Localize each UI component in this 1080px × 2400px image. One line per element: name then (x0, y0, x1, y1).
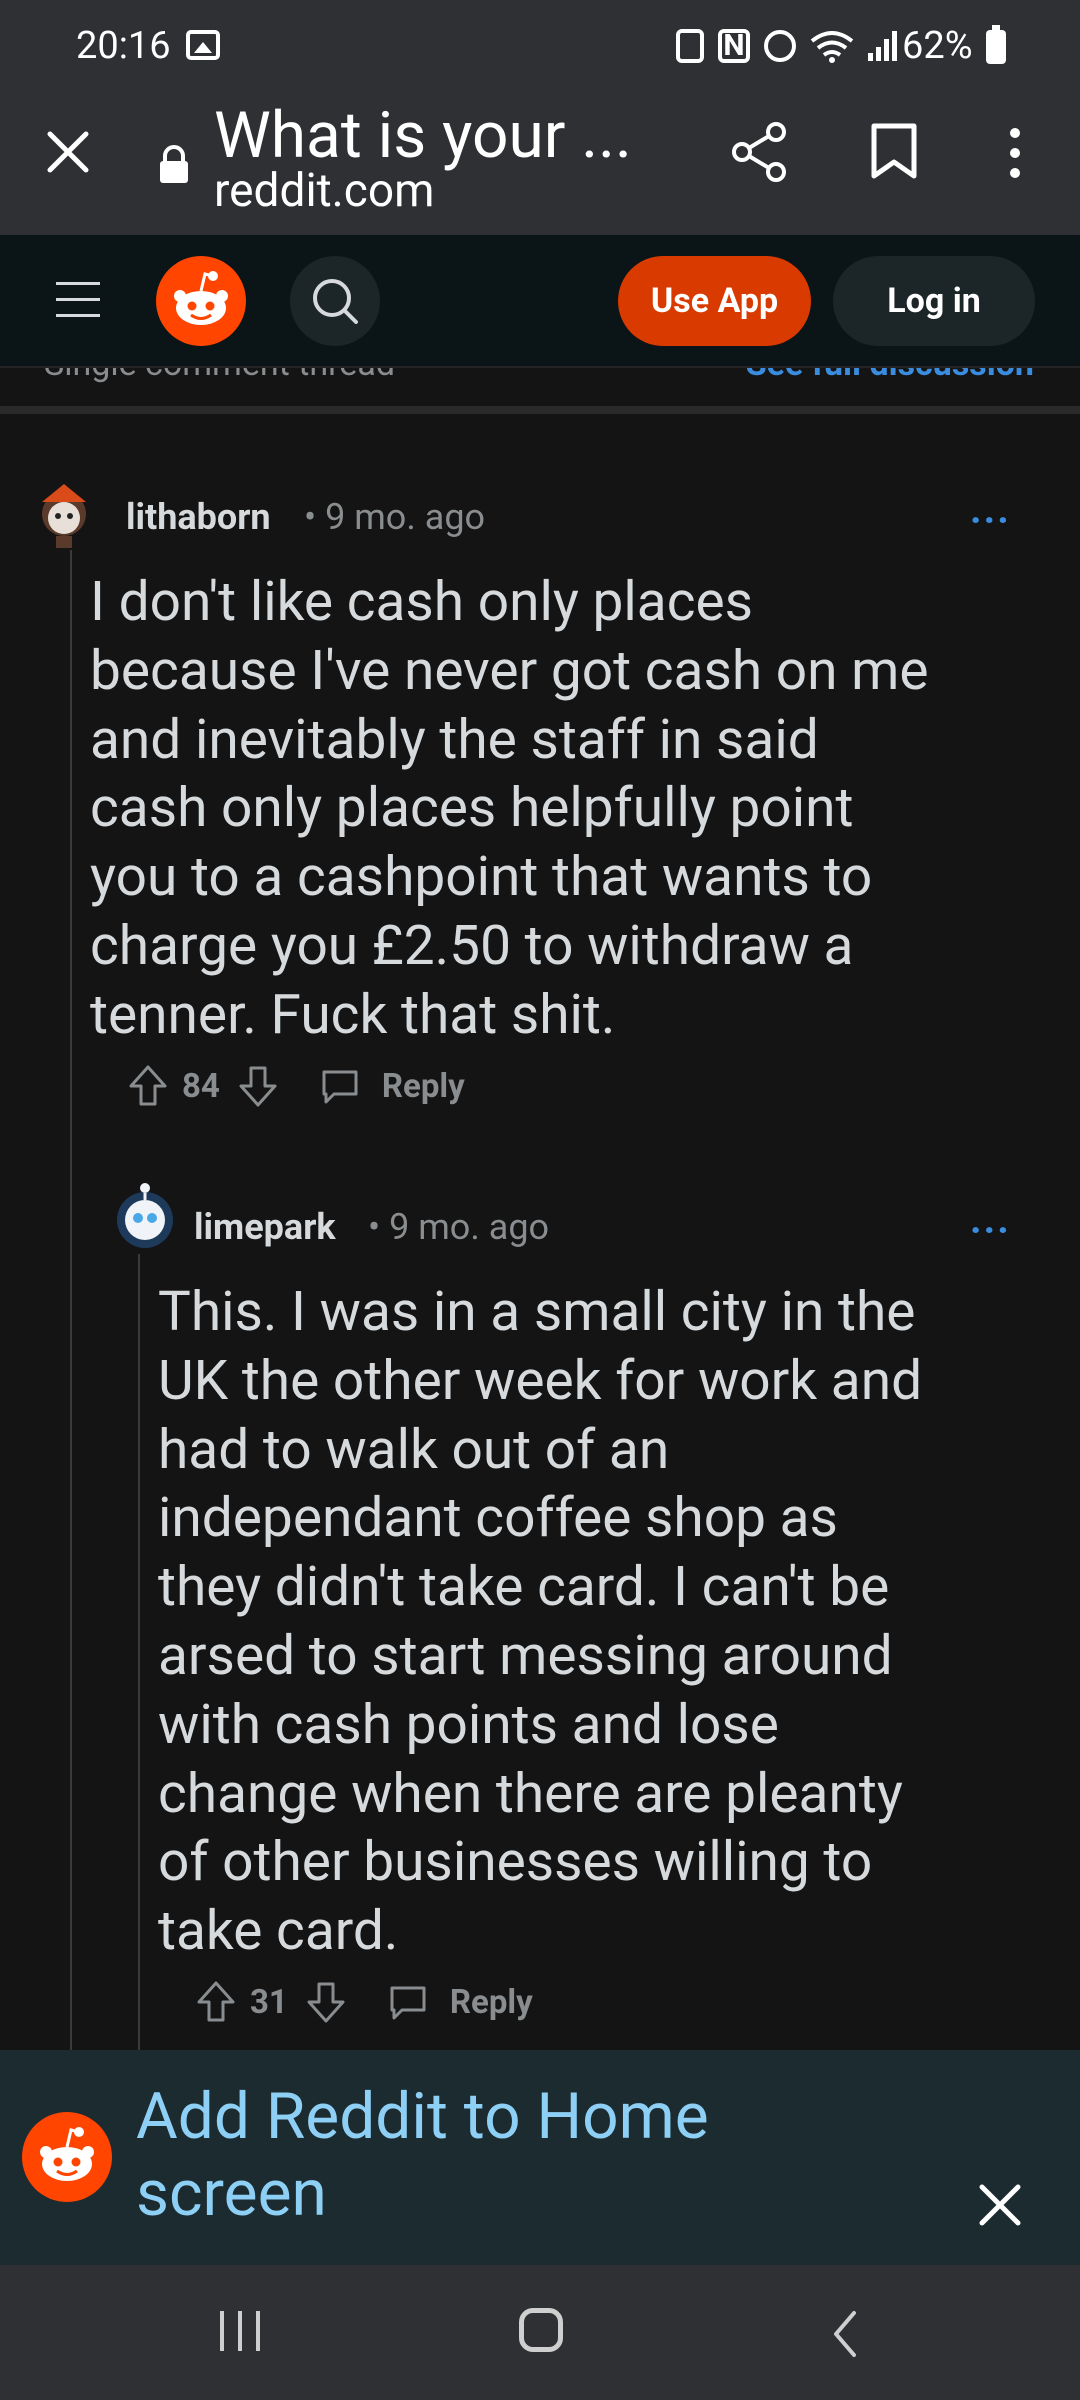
battery-percent: 62% (902, 24, 973, 68)
page-url[interactable]: reddit.com (214, 164, 434, 218)
user-avatar[interactable] (30, 472, 98, 550)
system-nav-bar (0, 2265, 1080, 2400)
gallery-notification-icon (186, 30, 220, 60)
thread-line[interactable] (138, 1254, 140, 2050)
comment-more-icon[interactable]: ... (970, 1196, 1011, 1243)
home-icon[interactable] (519, 2308, 563, 2352)
wifi-icon (810, 31, 854, 63)
reply-button[interactable]: Reply (450, 1983, 533, 2022)
comment-line: had to walk out of an (158, 1417, 670, 1482)
comment-line: because I've never got cash on me (90, 638, 929, 703)
comment-line: UK the other week for work and (158, 1348, 923, 1413)
status-time: 20:16 (76, 24, 171, 68)
comment-body: This. I was in a small city in the UK th… (158, 1278, 922, 1966)
battery-icon (986, 25, 1006, 64)
comment-line: with cash points and lose (158, 1692, 779, 1757)
comment-line: change when there are pleanty (158, 1761, 903, 1826)
comment-line: take card. (158, 1899, 399, 1964)
comment-username[interactable]: limepark (194, 1206, 336, 1248)
close-banner-icon[interactable] (976, 2181, 1024, 2229)
reddit-logo-icon (22, 2112, 112, 2202)
see-full-discussion-link[interactable]: See full discussion (746, 368, 1034, 384)
lock-icon (160, 145, 188, 183)
comment-line: they didn't take card. I can't be (158, 1555, 890, 1620)
share-icon[interactable] (728, 120, 790, 184)
login-button[interactable]: Log in (833, 256, 1035, 346)
reddit-logo-icon[interactable] (156, 256, 246, 346)
thread-line[interactable] (70, 550, 72, 2050)
comment-line: and inevitably the staff in said (90, 707, 819, 772)
comment-line: cash only places helpfully point (90, 776, 854, 841)
comment-thread: lithaborn • 9 mo. ago ... I don't like c… (0, 414, 1080, 2050)
downvote-icon[interactable] (238, 1064, 278, 1108)
browser-toolbar: What is your ... reddit.com (0, 92, 1080, 235)
page-title[interactable]: What is your ... (214, 98, 632, 173)
search-icon (313, 279, 358, 324)
add-to-home-banner[interactable]: Add Reddit to Home screen (0, 2050, 1080, 2265)
comment-line: arsed to start messing around (158, 1623, 893, 1688)
back-icon[interactable] (830, 2309, 860, 2359)
reply-button[interactable]: Reply (382, 1067, 465, 1106)
vote-count: 84 (182, 1066, 220, 1106)
thread-bar: Single comment thread See full discussio… (0, 368, 1080, 414)
upvote-icon[interactable] (196, 1980, 236, 2024)
comment-timestamp: • 9 mo. ago (368, 1206, 550, 1248)
alarm-icon (764, 30, 796, 62)
comment-line: This. I was in a small city in the (158, 1280, 916, 1344)
comment-username[interactable]: lithaborn (126, 496, 271, 538)
nfc-icon: N (718, 29, 750, 63)
bookmark-icon[interactable] (868, 122, 920, 180)
comment-actions: 84 Reply (128, 1064, 465, 1108)
reply-icon[interactable] (388, 1982, 428, 2022)
downvote-icon[interactable] (306, 1980, 346, 2024)
comment-line: of other businesses willing to (158, 1830, 873, 1895)
add-to-home-text[interactable]: Add Reddit to Home screen (136, 2078, 836, 2232)
hamburger-menu-icon[interactable] (56, 282, 100, 318)
comment-line: you to a cashpoint that wants to (90, 845, 873, 910)
recent-apps-icon[interactable] (220, 2311, 260, 2351)
use-app-button[interactable]: Use App (618, 256, 811, 346)
status-bar: 20:16 N 62% (0, 0, 1080, 92)
comment-timestamp: • 9 mo. ago (304, 496, 486, 538)
upvote-icon[interactable] (128, 1064, 168, 1108)
battery-saver-icon (676, 29, 704, 63)
comment-line: independant coffee shop as (158, 1486, 838, 1551)
user-avatar[interactable] (112, 1180, 178, 1252)
reply-icon[interactable] (320, 1066, 360, 1106)
more-options-icon[interactable] (1000, 126, 1030, 180)
reddit-header: Use App Log in (0, 235, 1080, 368)
close-icon[interactable] (42, 126, 94, 178)
vote-count: 31 (250, 1982, 288, 2022)
single-comment-thread-label: Single comment thread (44, 368, 395, 384)
signal-icon (868, 31, 897, 61)
comment-line: I don't like cash only places (90, 570, 754, 634)
status-icons: N (676, 26, 897, 66)
search-button[interactable] (290, 256, 380, 346)
comment-more-icon[interactable]: ... (970, 486, 1011, 533)
comment-actions: 31 Reply (196, 1980, 533, 2024)
comment-body: I don't like cash only places because I'… (90, 568, 929, 1050)
comment-line: tenner. Fuck that shit. (90, 982, 616, 1047)
comment-line: charge you £2.50 to withdraw a (90, 913, 854, 978)
